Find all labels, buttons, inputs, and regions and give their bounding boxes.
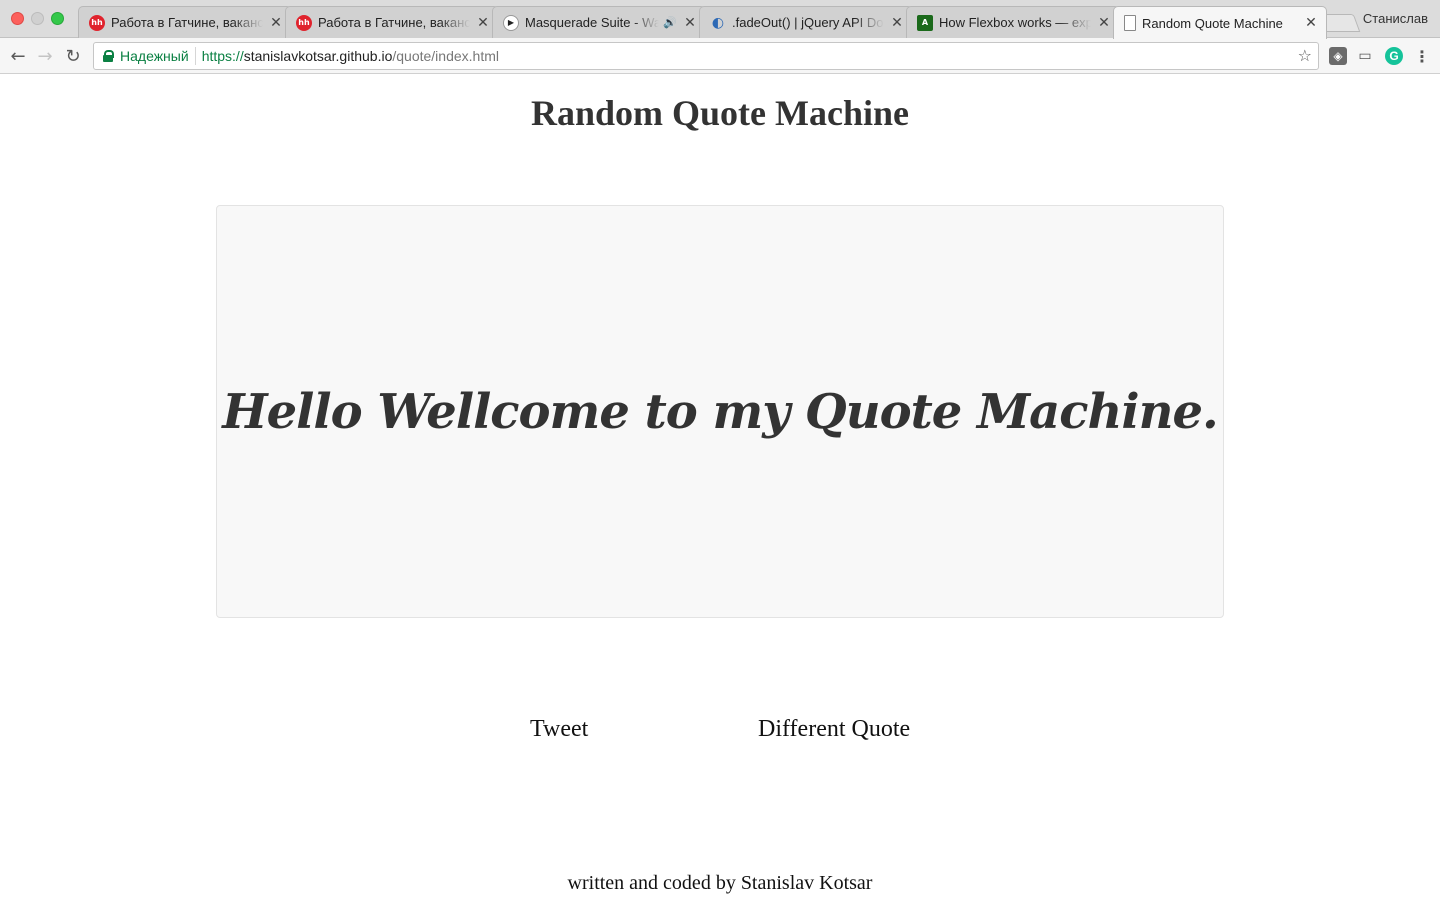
speaker-icon[interactable]: 🔊 [663, 16, 677, 29]
tab-title: Работа в Гатчине, вакансии [318, 15, 470, 30]
browser-tab[interactable]: hh Работа в Гатчине, вакансии ✕ [78, 6, 292, 38]
browser-tab[interactable]: A How Flexbox works — explained ✕ [906, 6, 1120, 38]
url-host: stanislavkotsar.github.io [243, 48, 393, 64]
different-quote-button[interactable]: Different Quote [758, 716, 910, 743]
browser-toolbar: ← → ↻ Надежный https:// stanislavkotsar.… [0, 38, 1440, 74]
cast-icon[interactable]: ▭ [1356, 47, 1374, 65]
reload-icon[interactable]: ↻ [61, 44, 85, 68]
quote-box: Hello Wellcome to my Quote Machine. [216, 205, 1224, 618]
forward-arrow-icon[interactable]: → [33, 44, 57, 68]
profile-name[interactable]: Станислав [1363, 11, 1428, 26]
extension-shield-icon[interactable]: ◈ [1329, 47, 1347, 65]
page-title: Random Quote Machine [531, 93, 909, 133]
tab-close-icon[interactable]: ✕ [269, 15, 283, 31]
tab-title: .fadeOut() | jQuery API Documentation [732, 15, 884, 30]
tweet-button[interactable]: Tweet [530, 716, 588, 743]
url-path: /quote/index.html [392, 48, 499, 64]
menu-kebab-icon[interactable]: ⋮ [1413, 47, 1431, 66]
page-icon [1124, 15, 1136, 31]
tab-title: How Flexbox works — explained [939, 15, 1091, 30]
grammarly-icon[interactable]: G [1385, 47, 1403, 65]
security-label[interactable]: Надежный [120, 48, 189, 64]
omnibox-divider [194, 47, 196, 65]
address-bar[interactable]: Надежный https:// stanislavkotsar.github… [93, 42, 1319, 70]
browser-tab[interactable]: ◐ .fadeOut() | jQuery API Documentation … [699, 6, 913, 38]
youtube-icon: ▶ [503, 14, 519, 31]
tab-close-icon[interactable]: ✕ [683, 15, 697, 31]
lock-icon [103, 50, 114, 62]
browser-tab-active[interactable]: Random Quote Machine ✕ [1113, 6, 1327, 39]
url-scheme: https:// [201, 48, 244, 64]
tab-close-icon[interactable]: ✕ [1304, 15, 1318, 31]
tab-close-icon[interactable]: ✕ [476, 15, 490, 31]
tab-strip: hh Работа в Гатчине, вакансии ✕ hh Работ… [0, 0, 1440, 39]
back-arrow-icon[interactable]: ← [6, 44, 30, 68]
hh-icon: hh [89, 14, 105, 31]
tab-close-icon[interactable]: ✕ [890, 15, 904, 31]
bookmark-star-icon[interactable]: ☆ [1298, 46, 1312, 65]
close-window-button[interactable] [11, 12, 24, 25]
footer-credit: written and coded by Stanislav Kotsar [567, 872, 873, 894]
browser-tab[interactable]: ▶ Masquerade Suite - Waltz 🔊 ✕ [492, 6, 706, 38]
hh-icon: hh [296, 14, 312, 31]
minimize-window-button[interactable] [31, 12, 44, 25]
quote-text: Hello Wellcome to my Quote Machine. [222, 383, 1219, 440]
zoom-window-button[interactable] [51, 12, 64, 25]
jquery-icon: ◐ [711, 14, 725, 31]
tab-close-icon[interactable]: ✕ [1097, 15, 1111, 31]
tab-title: Random Quote Machine [1142, 15, 1283, 31]
tab-title: Masquerade Suite - Waltz [525, 15, 660, 30]
tab-title: Работа в Гатчине, вакансии [111, 15, 263, 30]
flexbox-icon: A [917, 14, 933, 31]
browser-tab[interactable]: hh Работа в Гатчине, вакансии ✕ [285, 6, 499, 38]
